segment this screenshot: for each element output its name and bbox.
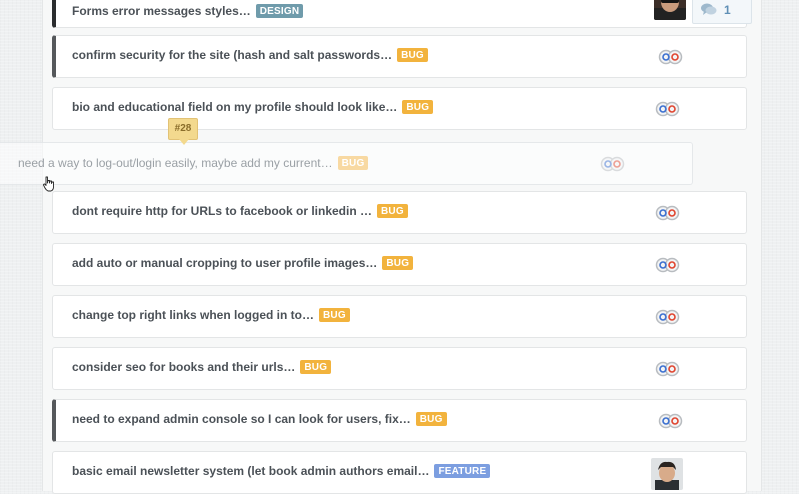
hand-pointer-icon [43,176,55,197]
task-title[interactable]: confirm security for the site (hash and … [72,48,428,62]
task-title[interactable]: change top right links when logged in to… [72,308,350,322]
design-tag: DESIGN [255,4,304,18]
task-title[interactable]: bio and educational field on my profile … [72,100,434,114]
task-row[interactable]: change top right links when logged in to… [52,295,747,338]
bug-tag: BUG [402,100,434,114]
task-row[interactable]: dont require http for URLs to facebook o… [52,191,747,234]
task-row[interactable]: bio and educational field on my profile … [52,87,747,130]
comments-button[interactable]: 1 [692,0,752,24]
bug-tag: BUG [319,308,350,322]
assignee-chain-icon[interactable] [653,309,683,325]
assignee-chain-icon[interactable] [653,361,683,377]
user-avatar[interactable] [651,458,683,490]
task-title[interactable]: consider seo for books and their urls… BU… [72,360,332,374]
task-title[interactable]: need to expand admin console so I can lo… [72,412,447,426]
bug-tag: BUG [377,204,408,218]
speech-bubble-icon [701,3,717,21]
task-row[interactable]: basic email newsletter system (let book … [52,451,747,494]
task-title[interactable]: need a way to log-out/login easily, mayb… [18,156,369,170]
task-title[interactable]: basic email newsletter system (let book … [72,464,491,478]
dragging-task-row[interactable]: need a way to log-out/login easily, mayb… [0,142,693,185]
bug-tag: BUG [382,256,414,270]
assignee-chain-icon[interactable] [656,49,686,65]
task-row[interactable]: add auto or manual cropping to user prof… [52,243,747,286]
task-title[interactable]: dont require http for URLs to facebook o… [72,204,408,218]
task-row[interactable]: Forms error messages styles… DESIGN 1 [52,0,752,28]
bug-tag: BUG [337,156,369,170]
bug-tag: BUG [397,48,428,62]
task-title[interactable]: Forms error messages styles… DESIGN [72,4,304,18]
assignee-chain-icon[interactable] [653,257,683,273]
task-title[interactable]: add auto or manual cropping to user prof… [72,256,414,270]
assignee-chain-icon[interactable] [598,156,628,172]
user-avatar[interactable] [654,0,686,20]
assignee-chain-icon[interactable] [653,205,683,221]
bug-tag: BUG [300,360,332,374]
comment-count: 1 [724,3,731,17]
assignee-chain-icon[interactable] [656,413,686,429]
task-number-tooltip: #28 [168,118,198,145]
task-row[interactable]: consider seo for books and their urls… BU… [52,347,747,390]
feature-tag: FEATURE [434,464,491,478]
bug-tag: BUG [415,412,447,426]
task-row[interactable]: confirm security for the site (hash and … [52,35,747,78]
assignee-chain-icon[interactable] [653,101,683,117]
task-row[interactable]: need to expand admin console so I can lo… [52,399,747,442]
